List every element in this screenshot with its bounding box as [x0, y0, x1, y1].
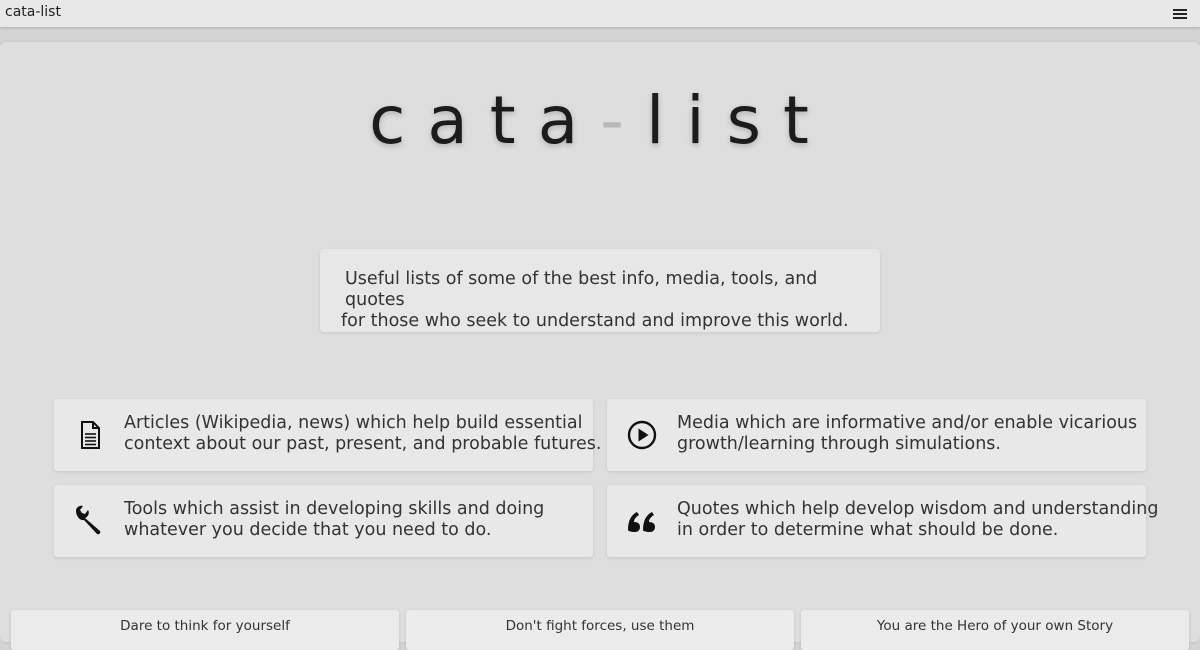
category-articles-line-1: Articles (Wikipedia, news) which help bu… [124, 413, 583, 433]
logo-left: cata [369, 82, 601, 159]
category-tools-line-2: whatever you decide that you need to do. [124, 520, 492, 540]
quote-card[interactable]: Dare to think for yourself [11, 610, 399, 650]
quote-icon [628, 512, 655, 532]
tagline-line-1: Useful lists of some of the best info, m… [345, 269, 818, 310]
category-media-line-2: growth/learning through simulations. [677, 434, 1001, 454]
document-icon [81, 421, 100, 449]
site-logo: cata-list [0, 82, 1200, 159]
category-articles[interactable]: Articles (Wikipedia, news) which help bu… [54, 399, 602, 471]
play-circle-icon [627, 420, 657, 450]
quote-text: Don't fight forces, use them [505, 618, 695, 634]
tagline-box: Useful lists of some of the best info, m… [320, 249, 880, 332]
category-tools-line-1: Tools which assist in developing skills … [124, 499, 545, 519]
tagline-line-2: for those who seek to understand and imp… [341, 311, 849, 331]
category-articles-line-2: context about our past, present, and pro… [124, 434, 602, 454]
hamburger-menu-icon[interactable] [1172, 7, 1188, 21]
quote-card[interactable]: Don't fight forces, use them [406, 610, 794, 650]
category-media-line-1: Media which are informative and/or enabl… [677, 413, 1138, 433]
quote-card[interactable]: You are the Hero of your own Story [801, 610, 1189, 650]
top-bar: cata-list [0, 0, 1200, 27]
category-media[interactable]: Media which are informative and/or enabl… [607, 399, 1146, 471]
quote-text: You are the Hero of your own Story [876, 618, 1114, 634]
logo-dash: - [600, 82, 646, 159]
category-quotes[interactable]: Quotes which help develop wisdom and und… [607, 485, 1159, 557]
quote-text: Dare to think for yourself [120, 618, 290, 634]
wrench-icon [76, 505, 101, 535]
site-title[interactable]: cata-list [5, 4, 61, 20]
category-tools[interactable]: Tools which assist in developing skills … [54, 485, 593, 557]
logo-right: list [645, 82, 831, 159]
category-quotes-line-1: Quotes which help develop wisdom and und… [677, 499, 1159, 519]
category-quotes-line-2: in order to determine what should be don… [677, 520, 1059, 540]
